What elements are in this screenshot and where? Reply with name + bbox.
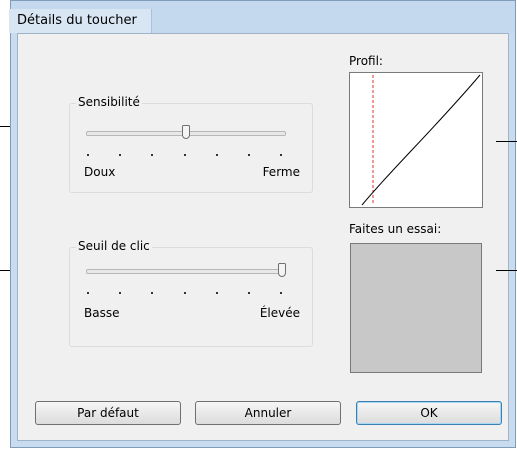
sensitivity-label: Sensibilité xyxy=(76,95,142,109)
click-threshold-label: Seuil de clic xyxy=(76,239,152,253)
sensitivity-max-label: Ferme xyxy=(262,165,300,179)
profile-graph xyxy=(349,72,483,208)
test-area[interactable] xyxy=(350,243,482,373)
dialog-client: Sensibilité Doux Ferme Seuil de clic Bas… xyxy=(17,33,509,441)
click-threshold-max-label: Élevée xyxy=(259,306,300,320)
profile-response-curve xyxy=(361,74,481,206)
click-threshold-slider-thumb[interactable] xyxy=(278,263,286,277)
profile-curve xyxy=(361,74,481,206)
click-threshold-group: Seuil de clic Basse Élevée xyxy=(69,239,313,347)
cancel-button[interactable]: Annuler xyxy=(195,401,341,425)
title-bar: Détails du toucher xyxy=(9,1,515,33)
click-threshold-min-label: Basse xyxy=(84,306,120,320)
click-threshold-slider-track[interactable] xyxy=(86,269,286,274)
sensitivity-slider-thumb[interactable] xyxy=(182,125,190,139)
profile-label: Profil: xyxy=(349,54,383,68)
window-title: Détails du toucher xyxy=(9,9,152,33)
callout-line-test-area xyxy=(496,270,517,271)
sensitivity-group: Sensibilité Doux Ferme xyxy=(69,95,313,193)
sensitivity-min-label: Doux xyxy=(84,165,116,179)
default-button[interactable]: Par défaut xyxy=(35,401,181,425)
dialog-window: Détails du toucher Sensibilité Doux Ferm… xyxy=(9,0,516,448)
callout-line-profile xyxy=(496,141,517,142)
ok-button[interactable]: OK xyxy=(356,401,502,425)
test-area-label: Faites un essai: xyxy=(349,222,442,236)
